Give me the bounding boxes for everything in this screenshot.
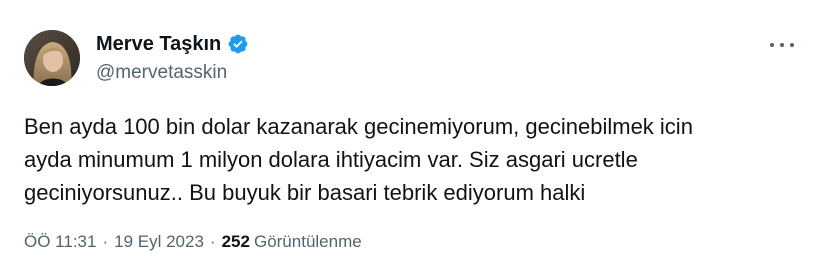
tweet-meta: ÖÖ 11:31 · 19 Eyl 2023 · 252 Görüntülenm… (24, 232, 362, 252)
author-name-row[interactable]: Merve Taşkın (96, 32, 249, 56)
verified-badge-icon[interactable] (227, 33, 249, 55)
tweet-time[interactable]: ÖÖ 11:31 (24, 232, 96, 252)
views-label[interactable]: Görüntülenme (254, 232, 362, 252)
tweet-text-line: ayda minumum 1 milyon dolara ihtiyacim v… (24, 147, 638, 172)
more-options-icon[interactable] (770, 37, 794, 53)
author-handle[interactable]: @mervetasskin (96, 62, 227, 84)
tweet-text-line: Ben ayda 100 bin dolar kazanarak gecinem… (24, 114, 693, 139)
views-count[interactable]: 252 (222, 232, 250, 252)
tweet-text: Ben ayda 100 bin dolar kazanarak gecinem… (24, 110, 784, 209)
tweet-card: Merve Taşkın @mervetasskin Ben ayda 100 … (0, 0, 820, 277)
meta-separator: · (102, 232, 109, 251)
avatar[interactable] (24, 30, 80, 86)
tweet-date[interactable]: 19 Eyl 2023 (114, 232, 204, 252)
tweet-text-line: geciniyorsunuz.. Bu buyuk bir basari teb… (24, 180, 586, 205)
display-name[interactable]: Merve Taşkın (96, 33, 221, 56)
meta-separator: · (209, 232, 216, 251)
